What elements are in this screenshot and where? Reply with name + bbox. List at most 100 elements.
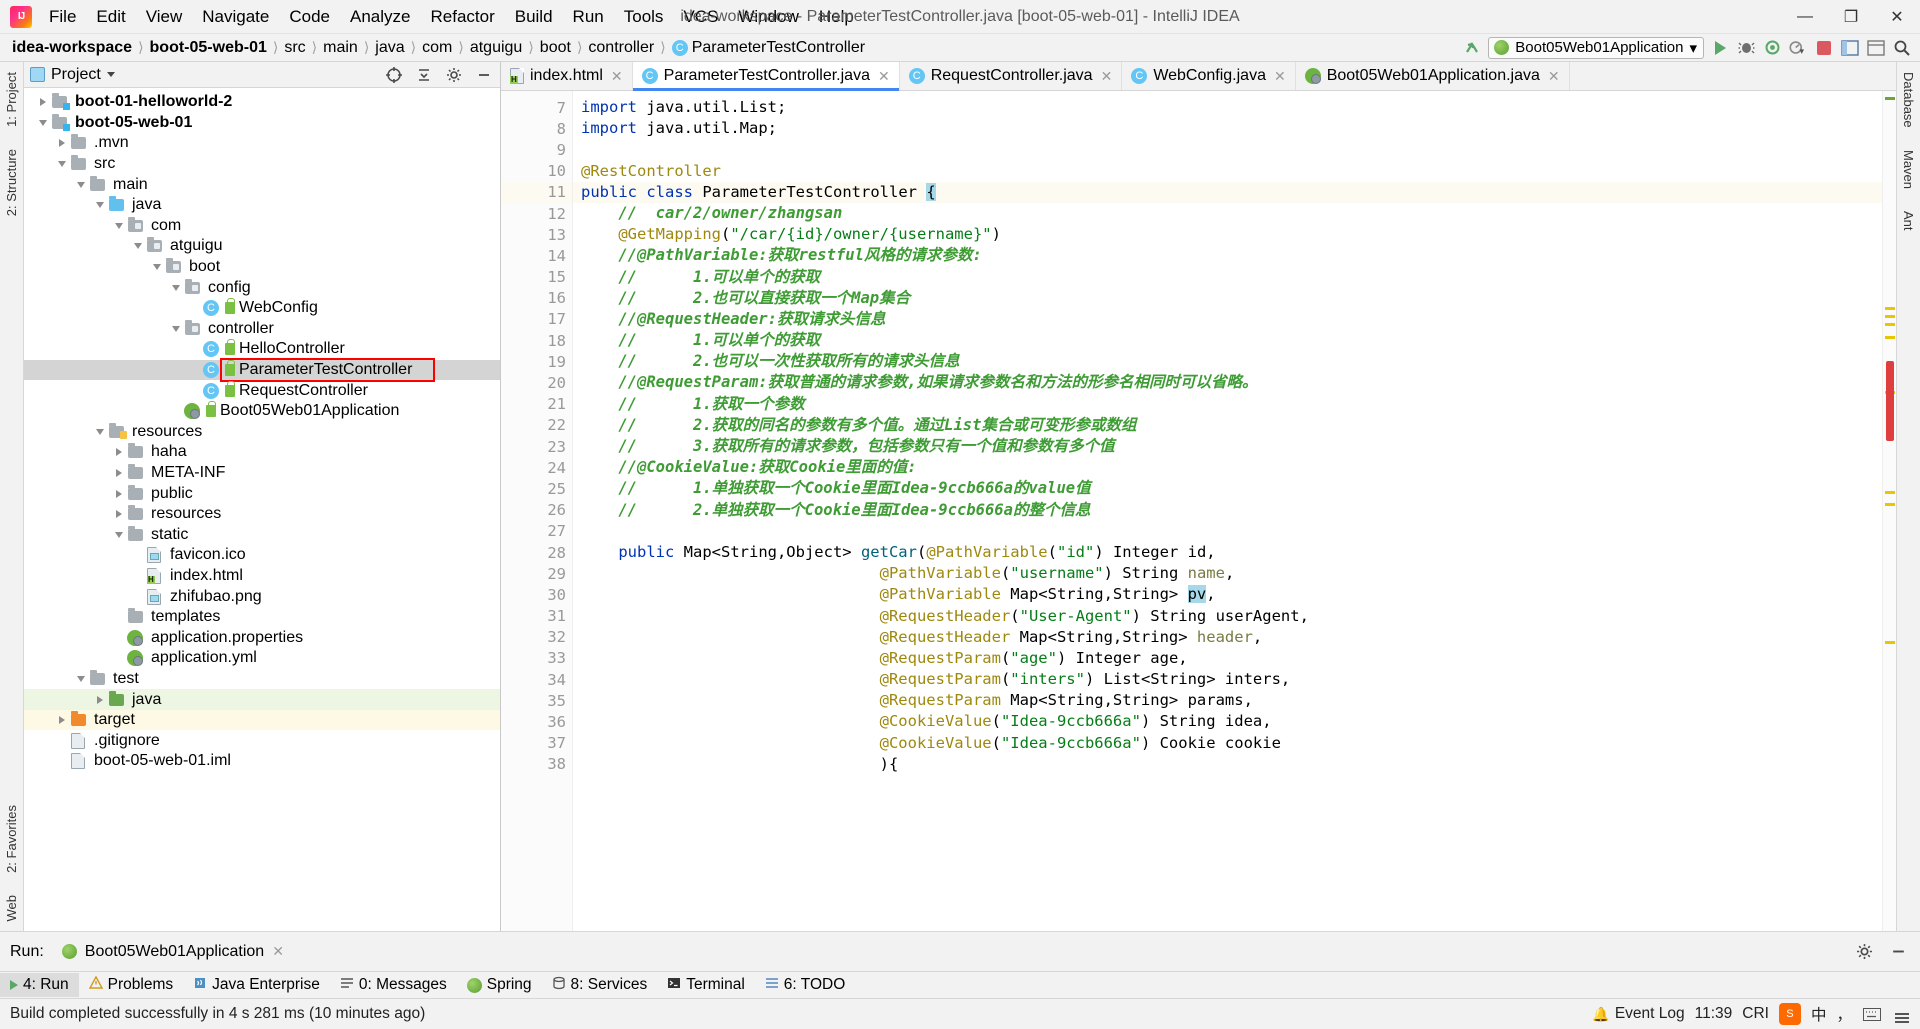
tree-node--mvn[interactable]: .mvn — [24, 133, 500, 154]
tree-node-favicon-ico[interactable]: favicon.ico — [24, 545, 500, 566]
line-number-gutter[interactable]: 78⌃9101112131415161718192021222324252627… — [501, 91, 573, 931]
tree-expander-collapsed[interactable] — [55, 716, 69, 724]
line-number[interactable]: 23 — [501, 436, 572, 457]
collapse-all-icon[interactable] — [414, 65, 434, 85]
line-number[interactable]: 36 — [501, 711, 572, 732]
editor-scrollbar-thumb[interactable] — [1886, 361, 1894, 441]
tree-expander-collapsed[interactable] — [112, 448, 126, 456]
line-number[interactable]: 21 — [501, 394, 572, 415]
close-icon[interactable]: ✕ — [878, 68, 890, 85]
line-number[interactable]: 16 — [501, 288, 572, 309]
minimize-button[interactable]: — — [1782, 0, 1828, 33]
code-line[interactable]: @RequestHeader Map<String,String> header… — [573, 627, 1882, 648]
tree-expander-collapsed[interactable] — [55, 139, 69, 147]
menu-build[interactable]: Build — [506, 3, 562, 31]
tool-button-ant[interactable]: Ant — [1901, 207, 1916, 235]
code-line[interactable]: //@RequestHeader:获取请求头信息 — [573, 309, 1882, 330]
tree-node-haha[interactable]: haha — [24, 442, 500, 463]
line-number[interactable]: 8⌃ — [501, 118, 572, 139]
tree-expander-collapsed[interactable] — [36, 98, 50, 106]
tool-button-favorites[interactable]: 2: Favorites — [4, 801, 19, 877]
tool-button-problems[interactable]: Problems — [79, 973, 183, 998]
line-number[interactable]: 25 — [501, 478, 572, 499]
line-number[interactable]: 29 — [501, 563, 572, 584]
tool-button-maven[interactable]: Maven — [1901, 146, 1916, 193]
tree-node-resources[interactable]: resources — [24, 422, 500, 443]
tree-node-resources[interactable]: resources — [24, 504, 500, 525]
stop-button[interactable] — [1814, 38, 1834, 58]
code-line[interactable]: // 3.获取所有的请求参数，包括参数只有一个值和参数有多个值 — [573, 436, 1882, 457]
tree-expander-expanded[interactable] — [74, 676, 88, 682]
line-number[interactable]: 34 — [501, 669, 572, 690]
tree-node-requestcontroller[interactable]: CRequestController — [24, 380, 500, 401]
tree-expander-collapsed[interactable] — [93, 696, 107, 704]
code-line[interactable]: public class ParameterTestController { — [573, 182, 1882, 203]
editor-tab-webconfig-java[interactable]: CWebConfig.java✕ — [1122, 62, 1295, 90]
code-line[interactable]: public Map<String,Object> getCar(@PathVa… — [573, 542, 1882, 563]
ime-language-indicator[interactable]: 中 — [1811, 1003, 1827, 1025]
tool-button-web[interactable]: Web — [4, 891, 19, 926]
tree-node-index-html[interactable]: Hindex.html — [24, 566, 500, 587]
tree-expander-expanded[interactable] — [74, 182, 88, 188]
code-line[interactable] — [573, 139, 1882, 160]
close-button[interactable]: ✕ — [1874, 0, 1920, 33]
editor-tab-parametertestcontroller-java[interactable]: CParameterTestController.java✕ — [633, 62, 900, 90]
tool-button-database[interactable]: Database — [1901, 68, 1916, 132]
close-icon[interactable]: ✕ — [1548, 68, 1560, 85]
tree-node-src[interactable]: src — [24, 154, 500, 175]
tree-node-static[interactable]: static — [24, 524, 500, 545]
tree-node-hellocontroller[interactable]: CHelloController — [24, 339, 500, 360]
tool-button-java-enterprise[interactable]: Java Enterprise — [183, 973, 330, 998]
tree-expander-expanded[interactable] — [112, 532, 126, 538]
line-number[interactable]: 30 — [501, 584, 572, 605]
tree-node-java[interactable]: java — [24, 195, 500, 216]
tree-expander-expanded[interactable] — [131, 243, 145, 249]
tree-node-com[interactable]: com — [24, 216, 500, 237]
keyboard-icon[interactable] — [1862, 1004, 1882, 1024]
run-with-coverage-button[interactable] — [1762, 38, 1782, 58]
close-icon[interactable]: ✕ — [272, 943, 284, 960]
line-number[interactable]: 10 — [501, 161, 572, 182]
update-project-icon[interactable] — [1462, 38, 1482, 58]
line-number[interactable]: 14 — [501, 245, 572, 266]
line-number[interactable]: 27 — [501, 521, 572, 542]
tree-node-main[interactable]: main — [24, 174, 500, 195]
gear-icon[interactable] — [444, 65, 464, 85]
tree-node-zhifubao-png[interactable]: zhifubao.png — [24, 586, 500, 607]
line-number[interactable]: 19 — [501, 351, 572, 372]
tree-node-boot[interactable]: boot — [24, 257, 500, 278]
tree-expander-expanded[interactable] — [55, 161, 69, 167]
code-line[interactable]: // 1.可以单个的获取 — [573, 267, 1882, 288]
line-number[interactable]: 13 — [501, 224, 572, 245]
menu-run[interactable]: Run — [564, 3, 613, 31]
line-number[interactable]: 24 — [501, 457, 572, 478]
close-icon[interactable]: ✕ — [1101, 68, 1113, 85]
tree-expander-expanded[interactable] — [169, 326, 183, 332]
line-number[interactable]: 33 — [501, 648, 572, 669]
debug-button[interactable] — [1736, 38, 1756, 58]
line-number[interactable]: 12 — [501, 203, 572, 224]
tray-ctrl-badge[interactable]: CRI — [1742, 1005, 1769, 1023]
window-controls[interactable]: — ❐ ✕ — [1782, 0, 1920, 33]
tree-node-atguigu[interactable]: atguigu — [24, 236, 500, 257]
line-number[interactable]: 15 — [501, 267, 572, 288]
menu-analyze[interactable]: Analyze — [341, 3, 419, 31]
scroll-from-source-icon[interactable] — [384, 65, 404, 85]
tool-button-services[interactable]: 8: Services — [542, 973, 658, 998]
breadcrumb-item-boot-05-web-01[interactable]: boot-05-web-01 — [146, 38, 271, 58]
close-icon[interactable]: ✕ — [1274, 68, 1286, 85]
sogou-ime-icon[interactable]: S — [1779, 1003, 1801, 1025]
menu-vcs[interactable]: VCS — [674, 3, 727, 31]
code-line[interactable]: // 1.可以单个的获取 — [573, 330, 1882, 351]
tool-button-todo[interactable]: 6: TODO — [755, 973, 855, 998]
maximize-button[interactable]: ❐ — [1828, 0, 1874, 33]
tree-node-test[interactable]: test — [24, 669, 500, 690]
tree-node-application-properties[interactable]: application.properties — [24, 627, 500, 648]
ime-punctuation-indicator[interactable]: ， — [1836, 1003, 1852, 1025]
code-line[interactable]: // 2.也可以直接获取一个Map集合 — [573, 288, 1882, 309]
menu-view[interactable]: View — [137, 3, 192, 31]
code-line[interactable]: @RequestParam("inters") List<String> int… — [573, 669, 1882, 690]
layout-icon[interactable] — [1840, 38, 1860, 58]
tool-button-run[interactable]: 4: Run — [0, 973, 79, 997]
line-number[interactable]: 28 — [501, 542, 572, 563]
